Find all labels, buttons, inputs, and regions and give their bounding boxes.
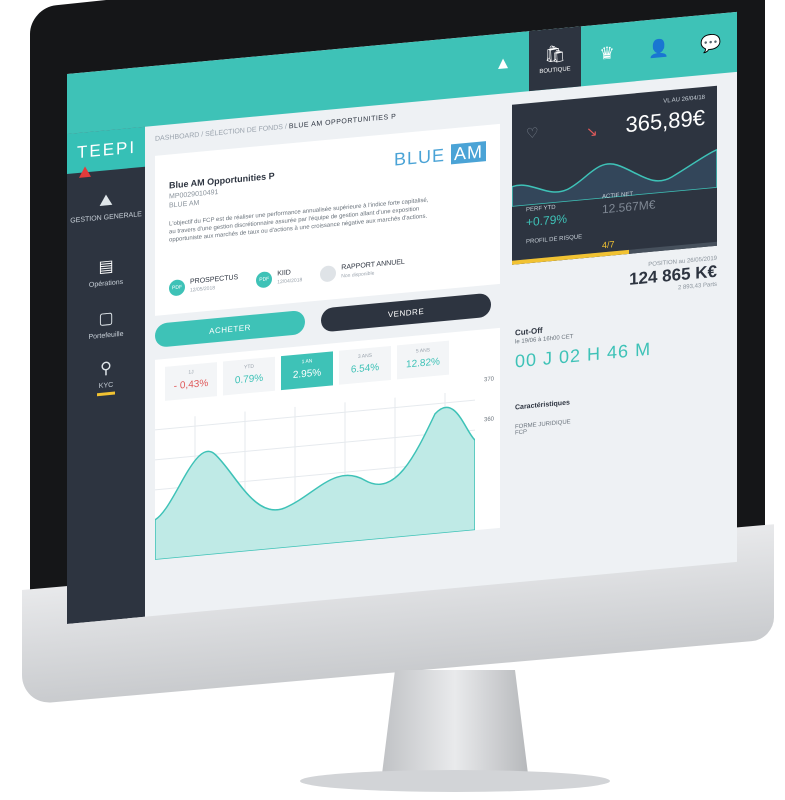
sidebar-item-portefeuille[interactable]: ▢ Portefeuille [67, 305, 145, 343]
sell-button[interactable]: VENDRE [321, 292, 491, 333]
kyc-progress-bar [97, 391, 115, 397]
boutique-tab[interactable]: 🛍 BOUTIQUE [529, 26, 581, 92]
tab-value: 0.79% [234, 372, 264, 387]
fund-brand-logo: BLUE AM [394, 141, 486, 171]
logo-text: TEEPI [77, 137, 137, 163]
tab-label: 5 ANS [415, 347, 431, 355]
tab-value: 2.95% [292, 367, 322, 382]
breadcrumb-path[interactable]: DASHBOARD / SÉLECTION DE FONDS / [155, 124, 287, 143]
tab-label: 3 ANS [357, 352, 373, 361]
bag-icon: 🛍 [544, 43, 566, 65]
monitor-base [300, 770, 610, 792]
person-icon: ⚲ [100, 359, 112, 378]
chat-icon[interactable]: 💬 [685, 12, 737, 77]
boutique-label: BOUTIQUE [539, 65, 571, 75]
doc-date: 12/04/2018 [277, 277, 303, 286]
vl-value: 365,89€ [625, 104, 705, 138]
breadcrumb-current: BLUE AM OPPORTUNITIES P [288, 113, 397, 131]
buy-button[interactable]: ACHETER [155, 309, 305, 348]
arrow-down-right-icon: ↘ [586, 122, 598, 140]
brand-box: AM [451, 141, 486, 165]
sidebar-item-label: GESTION GENERALE [70, 211, 142, 225]
sidebar-item-label: KYC [98, 381, 114, 391]
tab-label: 1J [188, 369, 194, 376]
doc-kiid[interactable]: PDF KIID 12/04/2018 [256, 268, 303, 289]
tab-value: 12.82% [406, 356, 440, 371]
logo-area[interactable]: TEEPI [67, 126, 145, 178]
fund-meta: MP0029010491 BLUE AM [169, 188, 218, 211]
triangle-icon[interactable]: ▲ [477, 31, 529, 96]
sidebar: TEEPI ⛰ GESTION GENERALE ▤ Opérations ▢ Por… [67, 126, 145, 624]
tab-label: YTD [244, 363, 254, 371]
tab-value: 6.54% [350, 362, 380, 376]
brand-text: BLUE [393, 144, 445, 170]
app-screen: ▲ 🛍 BOUTIQUE ♛ 👤 💬 TEEPI ⛰ GESTION GENERA… [67, 11, 737, 624]
vl-card: ♡ ↘ VL AU 26/04/18 365,89€ PERF YTD +0.79… [512, 85, 717, 265]
app-logo[interactable]: TEEPI [77, 137, 145, 183]
performance-area [155, 406, 475, 560]
characteristics-title: Caractéristiques [515, 399, 570, 412]
doc-rapport-annuel: RAPPORT ANNUEL Non disponible [320, 259, 405, 283]
doc-prospectus[interactable]: PDF PROSPECTUS 12/05/2018 [169, 274, 238, 297]
performance-chart [155, 392, 475, 560]
forme-juridique: FORME JURIDIQUE FCP [515, 419, 571, 436]
mountain-icon: ⛰ [99, 191, 113, 211]
wallet-icon: ▢ [98, 309, 114, 329]
vl-date: VL AU 26/04/18 [663, 94, 705, 105]
actif-net-value: 12.567M€ [602, 197, 656, 217]
sidebar-item-gestion[interactable]: ⛰ GESTION GENERALE [67, 189, 145, 225]
actif-net: ACTIF NET 12.567M€ [602, 189, 655, 216]
tab-3ans[interactable]: 3 ANS 6.54% [339, 345, 391, 385]
imac-monitor: ▲ 🛍 BOUTIQUE ♛ 👤 💬 TEEPI ⛰ GESTION GENERA… [0, 0, 785, 800]
perf-ytd: PERF YTD +0.79% [526, 204, 567, 230]
document-unavailable-icon [320, 265, 337, 283]
perf-ytd-value: +0.79% [526, 211, 568, 230]
position-summary: POSITION au 26/05/2019 124 865 K€ 2 893,… [517, 256, 717, 307]
fund-card: BLUE AM Blue AM Opportunities P MP002901… [155, 123, 500, 316]
tab-label: 1 AN [301, 358, 313, 366]
sidebar-item-label: Portefeuille [88, 330, 124, 342]
performance-panel: 1J - 0,43% YTD 0.79% 1 AN 2.95% 3 ANS 6.54% … [155, 327, 500, 560]
y-axis-label: 370 [483, 376, 494, 384]
document-icon: ▤ [98, 257, 114, 277]
sidebar-item-kyc[interactable]: ⚲ KYC [67, 355, 145, 399]
cutoff-panel: Cut-Off le 19/06 à 16h00 CET 00 J 02 H 4… [515, 310, 715, 373]
logo-triangle-icon [79, 165, 91, 178]
tab-value: - 0,43% [173, 377, 209, 393]
crown-icon[interactable]: ♛ [581, 21, 633, 86]
sidebar-item-label: Opérations [88, 278, 124, 289]
heart-icon[interactable]: ♡ [526, 124, 539, 142]
forme-value: FCP [515, 429, 527, 437]
tab-1an[interactable]: 1 AN 2.95% [281, 351, 333, 391]
tab-5ans[interactable]: 5 ANS 12.82% [397, 340, 449, 380]
tab-1j[interactable]: 1J - 0,43% [165, 362, 217, 401]
risk-profile-fill [512, 249, 629, 265]
risk-profile-label: PROFIL DE RISQUE [526, 234, 583, 246]
sidebar-item-operations[interactable]: ▤ Opérations [67, 253, 145, 291]
fund-name: Blue AM Opportunities P [169, 170, 275, 191]
doc-title: KIID [277, 269, 291, 278]
pdf-icon: PDF [256, 270, 273, 289]
tab-ytd[interactable]: YTD 0.79% [223, 356, 275, 396]
risk-profile-value: 4/7 [602, 239, 615, 251]
fund-documents: PDF PROSPECTUS 12/05/2018 PDF KIID 12/04/201… [169, 259, 405, 297]
user-icon[interactable]: 👤 [633, 17, 685, 82]
y-axis-label: 360 [483, 416, 494, 424]
period-tabs: 1J - 0,43% YTD 0.79% 1 AN 2.95% 3 ANS 6.54% … [165, 340, 449, 401]
pdf-icon: PDF [169, 279, 185, 297]
